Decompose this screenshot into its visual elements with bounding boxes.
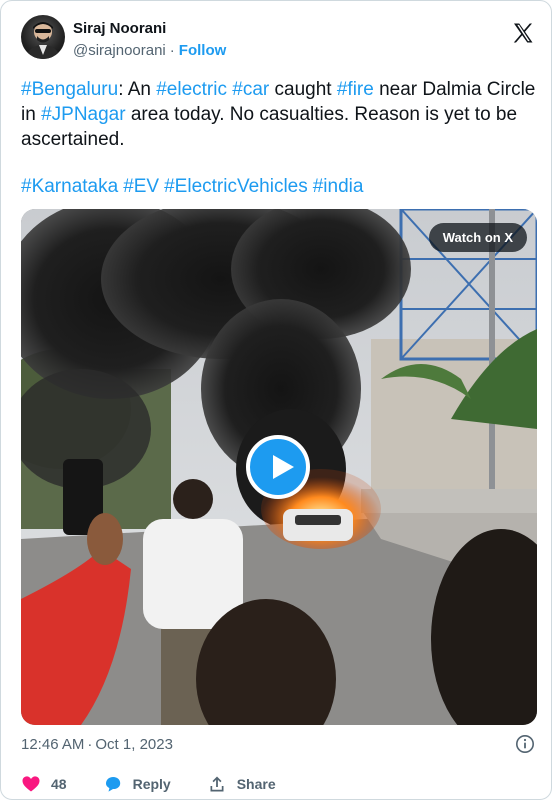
video-media[interactable]: Watch on X [21, 209, 537, 725]
tweet-hashtags: #Karnataka #EV #ElectricVehicles #india [21, 174, 368, 199]
share-button[interactable]: Share [207, 774, 276, 794]
follow-button[interactable]: Follow [179, 42, 227, 59]
author-name-block: Siraj Noorani @sirajnoorani · Follow [73, 19, 226, 60]
x-logo-icon[interactable] [511, 21, 535, 45]
tweet-header: Siraj Noorani @sirajnoorani · Follow [21, 15, 535, 63]
author-avatar[interactable] [21, 15, 65, 59]
watch-on-x-button[interactable]: Watch on X [428, 223, 527, 252]
hashtag-link[interactable]: #car [232, 79, 269, 100]
tweet-card: Siraj Noorani @sirajnoorani · Follow #Beng… [0, 0, 552, 800]
share-upload-icon [210, 776, 224, 792]
author-display-name[interactable]: Siraj Noorani [73, 19, 226, 38]
hashtag-link[interactable]: #india [313, 176, 364, 197]
hashtag-link[interactable]: #ElectricVehicles [164, 176, 308, 197]
like-button[interactable]: 48 [21, 774, 67, 794]
hashtag-link[interactable]: #EV [123, 176, 159, 197]
tweet-actions: 48 Reply Share [21, 773, 312, 795]
author-handle-row: @sirajnoorani · Follow [73, 41, 226, 60]
heart-icon [22, 776, 40, 792]
tweet-text: #Bengaluru: An #electric #car caught #fi… [21, 77, 541, 152]
hashtag-link[interactable]: #Bengaluru [21, 79, 118, 100]
reply-label: Reply [132, 776, 171, 792]
tweet-time: 12:46 AM [21, 736, 85, 753]
info-icon[interactable] [515, 734, 535, 754]
hashtag-link[interactable]: #fire [337, 79, 374, 100]
tweet-timestamp[interactable]: 12:46 AM · Oct 1, 2023 [21, 735, 173, 755]
hashtag-link[interactable]: #Karnataka [21, 176, 118, 197]
play-button[interactable] [246, 435, 310, 499]
tweet-text-segment: : An [118, 79, 157, 100]
like-count: 48 [51, 776, 67, 792]
reply-button[interactable]: Reply [103, 774, 171, 794]
reply-bubble-icon [105, 777, 120, 792]
play-icon [273, 455, 294, 479]
tweet-date: Oct 1, 2023 [95, 736, 173, 753]
hashtag-link[interactable]: #electric [156, 79, 227, 100]
time-separator: · [87, 736, 93, 753]
tweet-text-segment: caught [269, 79, 337, 100]
author-handle[interactable]: @sirajnoorani [73, 42, 166, 59]
share-label: Share [236, 776, 276, 792]
handle-separator: · [169, 42, 175, 59]
hashtag-link[interactable]: #JPNagar [41, 104, 126, 125]
